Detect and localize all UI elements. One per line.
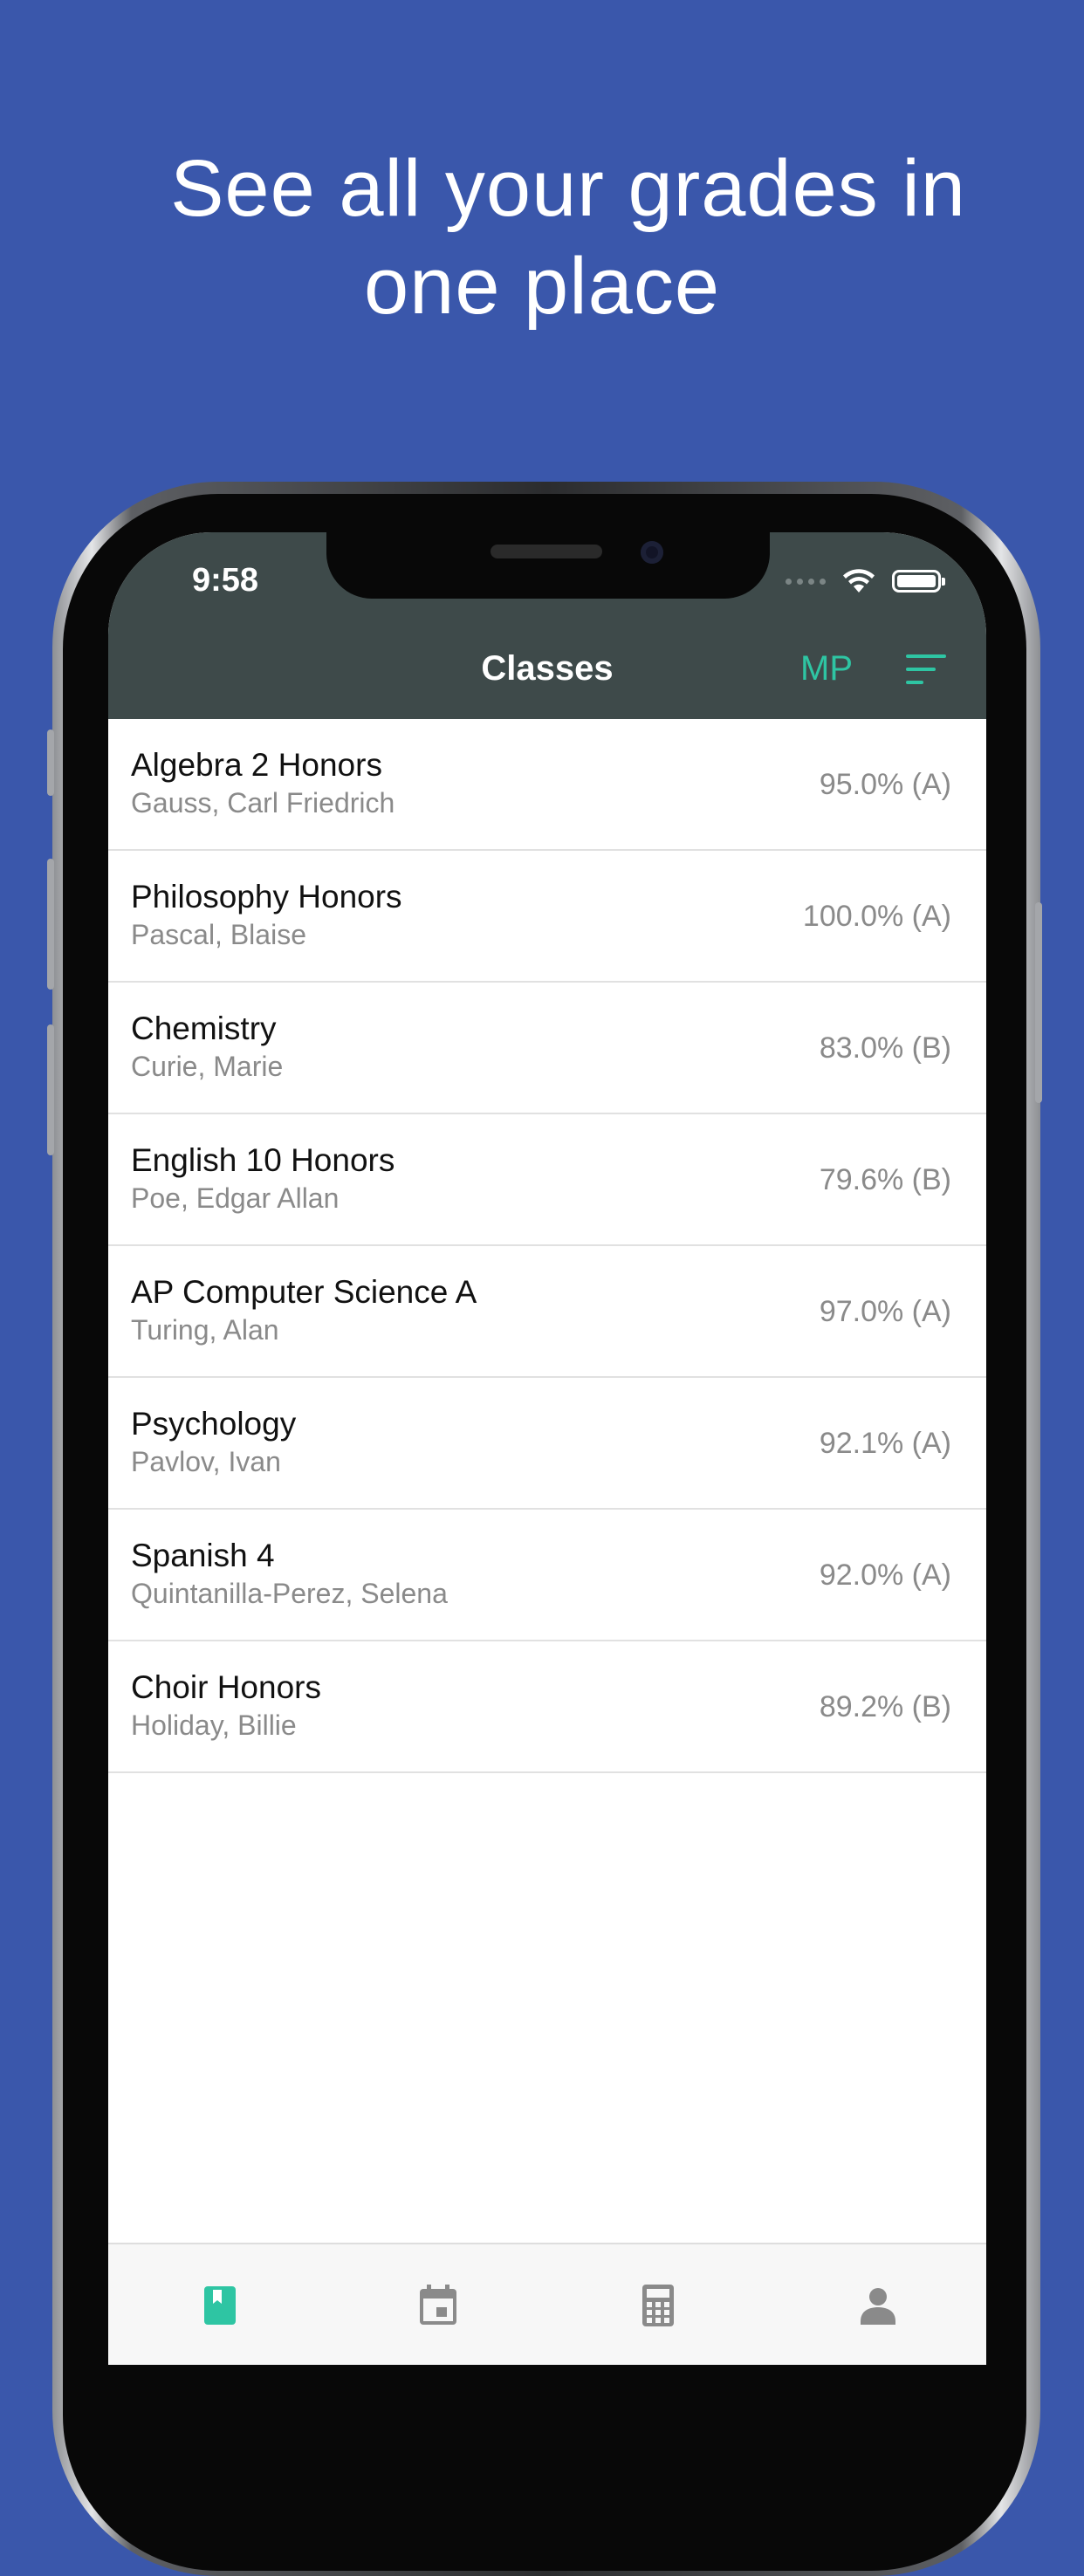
tab-calculator[interactable] (632, 2279, 684, 2332)
class-teacher: Pascal, Blaise (131, 919, 306, 950)
page-title: Classes (481, 649, 614, 688)
class-name: Algebra 2 Honors (131, 747, 382, 783)
tab-classes[interactable] (194, 2279, 246, 2332)
calendar-icon (420, 2285, 456, 2325)
class-name: Choir Honors (131, 1669, 321, 1705)
class-grade: 83.0% (B) (819, 1031, 951, 1065)
headline-line-1: See all your grades in (170, 144, 966, 233)
front-camera (641, 541, 663, 564)
class-name: Philosophy Honors (131, 879, 402, 915)
class-list: Algebra 2 Honors Gauss, Carl Friedrich 9… (108, 719, 986, 1773)
class-teacher: Poe, Edgar Allan (131, 1182, 340, 1214)
class-row[interactable]: Philosophy Honors Pascal, Blaise 100.0% … (108, 851, 986, 983)
marking-period-button[interactable]: MP (800, 649, 853, 689)
phone-button-silent (47, 730, 54, 796)
class-name: Chemistry (131, 1011, 277, 1046)
person-icon (861, 2288, 895, 2325)
phone-button-volume-down (47, 1024, 54, 1155)
sort-icon[interactable] (906, 654, 948, 686)
status-time: 9:58 (192, 562, 259, 599)
calculator-icon (642, 2285, 674, 2326)
cellular-signal-icon (786, 578, 826, 585)
class-grade: 95.0% (A) (819, 768, 951, 801)
class-teacher: Quintanilla-Perez, Selena (131, 1578, 448, 1609)
tab-bar (108, 2243, 986, 2365)
class-grade: 92.0% (A) (819, 1559, 951, 1592)
class-grade: 97.0% (A) (819, 1295, 951, 1328)
phone-screen: 9:58 Classes MP Algebra 2 Honors Gauss, … (108, 532, 986, 2365)
class-teacher: Pavlov, Ivan (131, 1446, 281, 1477)
class-name: Psychology (131, 1406, 297, 1442)
class-teacher: Gauss, Carl Friedrich (131, 787, 395, 819)
phone-button-volume-up (47, 859, 54, 990)
tab-schedule[interactable] (412, 2279, 464, 2332)
headline: See all your grades in one place (0, 140, 1084, 335)
class-name: AP Computer Science A (131, 1274, 477, 1310)
class-row[interactable]: Choir Honors Holiday, Billie 89.2% (B) (108, 1641, 986, 1773)
class-grade: 92.1% (A) (819, 1427, 951, 1460)
class-row[interactable]: English 10 Honors Poe, Edgar Allan 79.6%… (108, 1114, 986, 1246)
class-row[interactable]: Algebra 2 Honors Gauss, Carl Friedrich 9… (108, 719, 986, 851)
class-row[interactable]: Psychology Pavlov, Ivan 92.1% (A) (108, 1378, 986, 1510)
class-grade: 89.2% (B) (819, 1690, 951, 1723)
class-grade: 79.6% (B) (819, 1163, 951, 1196)
class-row[interactable]: Chemistry Curie, Marie 83.0% (B) (108, 983, 986, 1114)
class-name: Spanish 4 (131, 1538, 275, 1573)
speaker-grille (491, 545, 602, 558)
book-icon (204, 2286, 236, 2325)
class-grade: 100.0% (A) (802, 900, 951, 933)
phone-notch (326, 532, 770, 599)
class-name: English 10 Honors (131, 1142, 395, 1178)
wifi-icon (843, 569, 875, 593)
class-teacher: Turing, Alan (131, 1314, 279, 1346)
class-row[interactable]: AP Computer Science A Turing, Alan 97.0%… (108, 1246, 986, 1378)
headline-line-2: one place (364, 242, 720, 331)
class-teacher: Curie, Marie (131, 1051, 284, 1082)
class-teacher: Holiday, Billie (131, 1709, 297, 1741)
battery-icon (892, 570, 945, 593)
tab-profile[interactable] (852, 2279, 904, 2332)
status-icons (786, 564, 945, 599)
class-row[interactable]: Spanish 4 Quintanilla-Perez, Selena 92.0… (108, 1510, 986, 1641)
phone-button-power (1035, 902, 1042, 1103)
